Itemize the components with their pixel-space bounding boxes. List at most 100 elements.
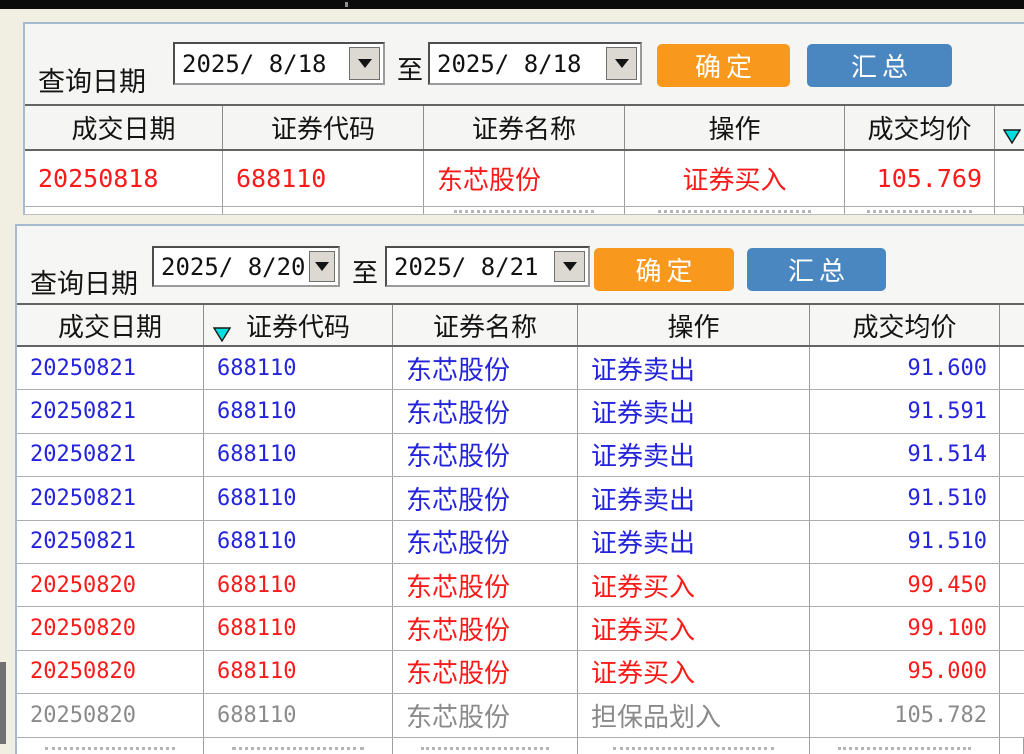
dropdown-button[interactable]	[554, 251, 585, 282]
cell-security-name: 东芯股份	[393, 607, 578, 649]
cell-security-code: 688110	[223, 151, 424, 206]
cell-trade-date: 20250820	[17, 694, 204, 736]
cell-security-code: 688110	[204, 651, 393, 693]
cell-operation: 证券买入	[578, 564, 810, 606]
header-security-code-label: 证券代码	[246, 307, 350, 344]
date-from-dropdown[interactable]: 2025/ 8/18	[173, 42, 385, 85]
chevron-down-icon	[315, 262, 329, 271]
cell-security-code: 688110	[204, 477, 393, 519]
dropdown-button[interactable]	[309, 251, 336, 282]
table-row[interactable]: 20250821 688110 东芯股份 证券卖出 91.514	[17, 434, 1024, 477]
date-from-value: 2025/ 8/20	[154, 253, 306, 281]
header-security-code[interactable]: 证券代码	[204, 305, 393, 345]
cell-security-name: 东芯股份	[393, 477, 578, 519]
header-operation[interactable]: 操作	[625, 106, 845, 149]
cell-operation: 证券卖出	[578, 477, 810, 519]
sort-indicator-icon	[1003, 121, 1021, 151]
cell-extra	[1000, 521, 1024, 563]
table-row[interactable]: 20250820 688110 东芯股份 证券买入 99.450	[17, 564, 1024, 607]
cell-avg-price: 91.600	[810, 347, 1000, 389]
cell-security-name: 东芯股份	[393, 347, 578, 389]
chevron-down-icon	[615, 59, 629, 68]
cell-operation: 证券买入	[578, 651, 810, 693]
dropdown-button[interactable]	[349, 47, 380, 80]
table-row[interactable]: 20250820 688110 东芯股份 证券买入 95.000	[17, 651, 1024, 694]
confirm-button[interactable]: 确定	[657, 44, 790, 87]
table-row[interactable]: 20250821 688110 东芯股份 证券卖出 91.510	[17, 521, 1024, 564]
clipped-row	[17, 738, 1024, 754]
header-extra[interactable]	[1000, 305, 1024, 345]
cell-avg-price: 91.591	[810, 390, 1000, 432]
cell-security-code: 688110	[204, 694, 393, 736]
cell-avg-price: 91.510	[810, 477, 1000, 519]
table-row[interactable]: 20250821 688110 东芯股份 证券卖出 91.510	[17, 477, 1024, 520]
cell-security-name: 东芯股份	[393, 694, 578, 736]
summary-button[interactable]: 汇总	[747, 248, 886, 291]
cell-security-name: 东芯股份	[424, 151, 625, 206]
cell-trade-date: 20250820	[17, 564, 204, 606]
cell-extra	[1000, 477, 1024, 519]
date-to-dropdown[interactable]: 2025/ 8/21	[385, 246, 590, 287]
cell-trade-date: 20250821	[17, 521, 204, 563]
table-header-row: 成交日期 证券代码 证券名称 操作 成交均价	[17, 303, 1024, 347]
summary-button[interactable]: 汇总	[807, 44, 952, 87]
cell-operation: 证券买入	[625, 151, 845, 206]
cell-extra	[1000, 434, 1024, 476]
header-avg-price[interactable]: 成交均价	[845, 106, 995, 149]
cell-trade-date: 20250821	[17, 347, 204, 389]
cell-security-code: 688110	[204, 607, 393, 649]
cell-trade-date: 20250818	[25, 151, 223, 206]
range-separator-label: 至	[352, 253, 378, 290]
query-panel-bottom: 查询日期 2025/ 8/20 至 2025/ 8/21 确定 汇总 成交日期 …	[15, 224, 1024, 754]
trades-table-top: 成交日期 证券代码 证券名称 操作 成交均价 20250818 688110 东…	[25, 104, 1024, 214]
cell-security-name: 东芯股份	[393, 390, 578, 432]
header-avg-price[interactable]: 成交均价	[810, 305, 1000, 345]
header-trade-date[interactable]: 成交日期	[25, 106, 223, 149]
cell-avg-price: 95.000	[810, 651, 1000, 693]
dropdown-button[interactable]	[606, 47, 637, 80]
cell-security-name: 东芯股份	[393, 521, 578, 563]
cell-avg-price: 99.450	[810, 564, 1000, 606]
cell-avg-price: 91.510	[810, 521, 1000, 563]
table-row[interactable]: 20250821 688110 东芯股份 证券卖出 91.600	[17, 347, 1024, 390]
header-operation[interactable]: 操作	[578, 305, 810, 345]
range-separator-label: 至	[397, 50, 423, 87]
header-security-name[interactable]: 证券名称	[424, 106, 625, 149]
header-extra[interactable]	[995, 106, 1024, 149]
cell-trade-date: 20250820	[17, 651, 204, 693]
cell-avg-price: 105.769	[845, 151, 995, 206]
cell-avg-price: 91.514	[810, 434, 1000, 476]
window-top-strip	[0, 0, 1024, 9]
cell-trade-date: 20250821	[17, 477, 204, 519]
scrollbar-thumb[interactable]	[0, 662, 6, 744]
cell-security-code: 688110	[204, 434, 393, 476]
cell-extra	[1000, 607, 1024, 649]
cell-extra	[1000, 651, 1024, 693]
cell-security-name: 东芯股份	[393, 434, 578, 476]
cell-security-code: 688110	[204, 390, 393, 432]
cell-avg-price: 105.782	[810, 694, 1000, 736]
chevron-down-icon	[563, 262, 577, 271]
cell-operation: 证券买入	[578, 607, 810, 649]
header-security-code[interactable]: 证券代码	[223, 106, 424, 149]
cell-avg-price: 99.100	[810, 607, 1000, 649]
date-from-dropdown[interactable]: 2025/ 8/20	[152, 246, 340, 287]
cell-operation: 证券卖出	[578, 390, 810, 432]
date-to-dropdown[interactable]: 2025/ 8/18	[428, 42, 642, 85]
table-row[interactable]: 20250818 688110 东芯股份 证券买入 105.769	[25, 151, 1024, 207]
query-panel-top: 查询日期 2025/ 8/18 至 2025/ 8/18 确定 汇总 成交日期 …	[23, 22, 1024, 215]
top-strip-dot	[345, 2, 348, 7]
header-security-name[interactable]: 证券名称	[393, 305, 578, 345]
query-date-label: 查询日期	[30, 262, 138, 301]
table-row[interactable]: 20250820 688110 东芯股份 担保品划入 105.782	[17, 694, 1024, 737]
table-row[interactable]: 20250820 688110 东芯股份 证券买入 99.100	[17, 607, 1024, 650]
confirm-button[interactable]: 确定	[594, 248, 734, 291]
cell-extra	[1000, 694, 1024, 736]
header-trade-date[interactable]: 成交日期	[17, 305, 204, 345]
date-to-value: 2025/ 8/18	[430, 50, 582, 78]
table-row[interactable]: 20250821 688110 东芯股份 证券卖出 91.591	[17, 390, 1024, 433]
chevron-down-icon	[358, 59, 372, 68]
date-to-value: 2025/ 8/21	[387, 253, 539, 281]
cell-security-code: 688110	[204, 347, 393, 389]
cell-security-code: 688110	[204, 521, 393, 563]
